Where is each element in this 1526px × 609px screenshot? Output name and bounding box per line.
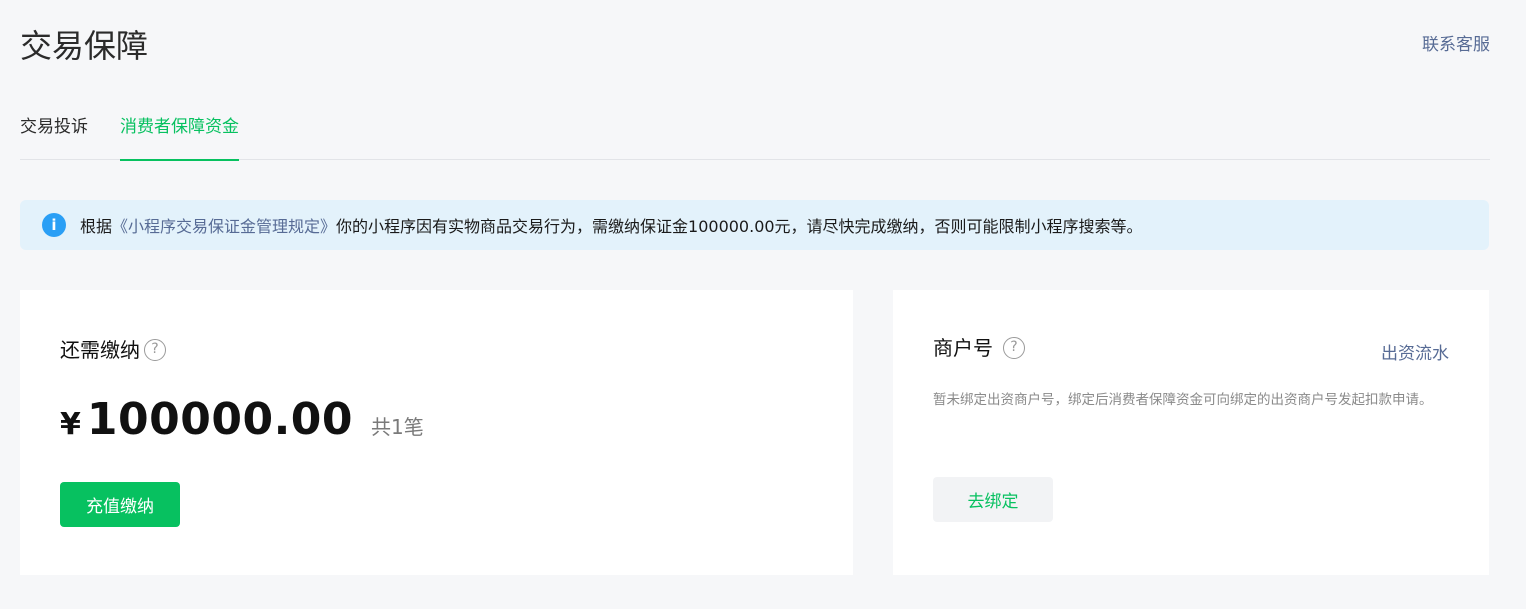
amount-due-heading: 还需缴纳 ?	[60, 337, 166, 363]
notice-prefix: 根据	[80, 217, 113, 236]
payment-count: 共1笔	[371, 415, 424, 439]
merchant-heading: 商户号 ?	[933, 335, 1025, 361]
tab-consumer-protection-fund[interactable]: 消费者保障资金	[120, 116, 239, 161]
page-title: 交易保障	[20, 27, 149, 65]
merchant-card: 商户号 ? 出资流水 暂未绑定出资商户号，绑定后消费者保障资金可向绑定的出资商户…	[893, 290, 1489, 575]
amount-due-label: 还需缴纳	[60, 338, 140, 362]
amount-due-card: 还需缴纳 ? ¥ 100000.00 共1笔 充值缴纳	[20, 290, 853, 575]
contact-support-link[interactable]: 联系客服	[1422, 35, 1490, 55]
bind-merchant-button[interactable]: 去绑定	[933, 477, 1053, 522]
currency-symbol: ¥	[60, 407, 81, 442]
info-icon: i	[42, 213, 66, 237]
help-icon[interactable]: ?	[1003, 337, 1025, 359]
amount-due: ¥ 100000.00 共1笔	[60, 394, 424, 445]
notice-text: 你的小程序因有实物商品交易行为，需缴纳保证金100000.00元，请尽快完成缴纳…	[336, 217, 1143, 236]
tab-bar: 交易投诉 消费者保障资金	[20, 104, 1490, 161]
recharge-pay-button[interactable]: 充值缴纳	[60, 482, 180, 527]
regulation-link[interactable]: 《小程序交易保证金管理规定》	[112, 213, 336, 237]
help-icon[interactable]: ?	[144, 339, 166, 361]
merchant-label: 商户号	[933, 336, 993, 360]
merchant-description: 暂未绑定出资商户号，绑定后消费者保障资金可向绑定的出资商户号发起扣款申请。	[933, 392, 1433, 408]
amount-value: 100000.00	[86, 394, 354, 445]
notice-banner: i 根据 《小程序交易保证金管理规定》 你的小程序因有实物商品交易行为，需缴纳保…	[20, 200, 1489, 250]
tab-transaction-complaints[interactable]: 交易投诉	[20, 116, 88, 159]
page: 交易保障 联系客服 交易投诉 消费者保障资金 i 根据 《小程序交易保证金管理规…	[0, 0, 1526, 609]
funding-flow-link[interactable]: 出资流水	[1381, 339, 1449, 364]
